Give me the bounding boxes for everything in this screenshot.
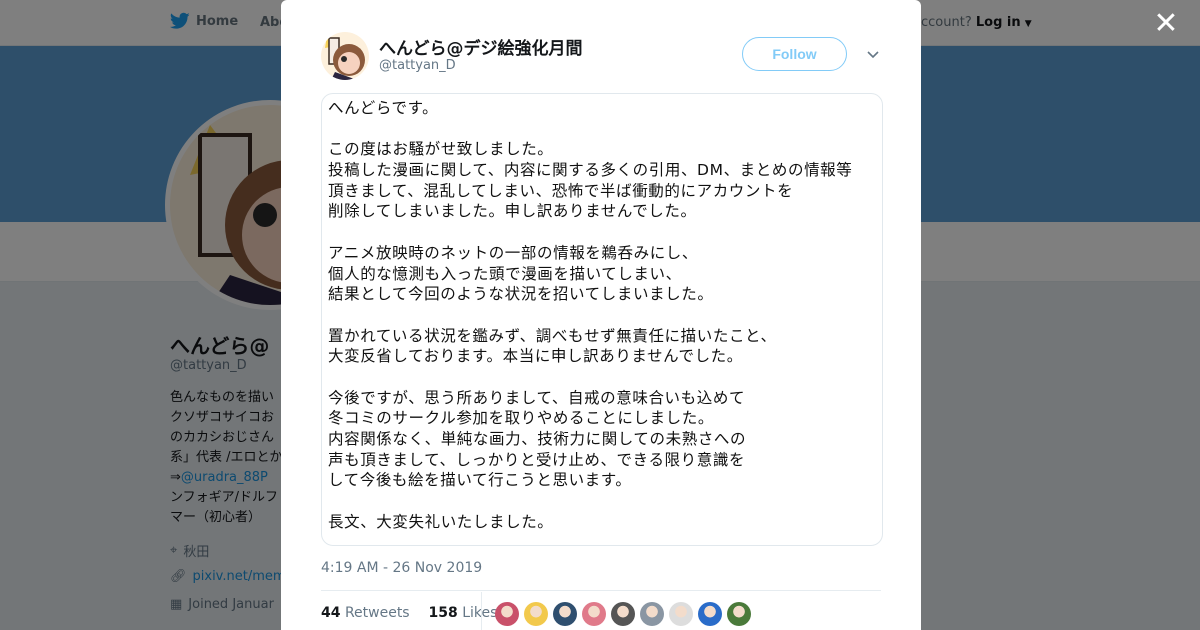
image-text-line: 今後ですが、思う所ありまして、自戒の意味合いも込めて (328, 388, 746, 407)
retweets-label[interactable]: Retweets (345, 605, 410, 621)
image-text-line: 投稿した漫画に関して、内容に関する多くの引用、DM、まとめの情報等 (328, 161, 853, 180)
image-text-line: 頂きまして、混乱してしまい、恐怖で半ば衝動的にアカウントを (328, 181, 794, 200)
liker-avatar[interactable] (582, 602, 606, 626)
image-text-line: この度はお騒がせ致しました。 (328, 140, 554, 159)
image-text-line: アニメ放映時のネットの一部の情報を鵜呑みにし、 (328, 243, 698, 262)
image-text-line: へんどらです。 (328, 99, 439, 117)
image-text-line: して今後も絵を描いて行こうと思います。 (328, 471, 632, 490)
author-name[interactable]: へんどら@デジ絵強化月間 (379, 34, 583, 59)
image-text-line: 結果として今回のような状況を招いてしまいました。 (328, 285, 714, 304)
follow-button[interactable]: Follow (742, 37, 847, 71)
close-icon[interactable]: ✕ (1152, 9, 1180, 39)
likes-count[interactable]: 158 (429, 605, 458, 621)
stats-divider (321, 590, 881, 591)
image-text-line: 削除してしまいました。申し訳ありませんでした。 (328, 202, 697, 221)
image-text-line: 声も頂きまして、しっかりと受け止め、できる限り意識を (328, 450, 746, 469)
image-text-line: 長文、大変失礼いたしました。 (328, 512, 554, 531)
liker-avatar[interactable] (524, 602, 548, 626)
image-text-line: 個人的な憶測も入った頭で漫画を描いてしまい、 (328, 264, 682, 283)
retweets-count[interactable]: 44 (321, 605, 340, 621)
liker-avatar[interactable] (698, 602, 722, 626)
image-text-line (328, 305, 882, 326)
author-avatar-illustration (321, 32, 369, 80)
liker-avatar[interactable] (669, 602, 693, 626)
tweet-timestamp[interactable]: 4:19 AM - 26 Nov 2019 (321, 560, 482, 576)
liker-avatar[interactable] (495, 602, 519, 626)
liker-avatar[interactable] (553, 602, 577, 626)
likes-label[interactable]: Likes (462, 605, 497, 621)
image-text-line (328, 367, 882, 388)
tweet-modal: へんどら@デジ絵強化月間 @tattyan_D Follow へんどらです。 こ… (281, 0, 921, 630)
liker-avatars (495, 602, 751, 626)
image-text-line (328, 119, 882, 140)
image-text-line (328, 491, 882, 512)
tweet-stats: 44 Retweets 158 Likes (321, 605, 497, 621)
liker-avatar[interactable] (640, 602, 664, 626)
stats-separator (481, 592, 482, 630)
author-avatar[interactable] (321, 32, 369, 80)
chevron-down-icon (867, 51, 879, 59)
liker-avatar[interactable] (727, 602, 751, 626)
image-text-line: 内容関係なく、単純な画力、技術力に関しての未熟さへの (328, 430, 747, 448)
image-text-line: 置かれている状況を鑑みず、調べもせず無責任に描いたこと、 (328, 326, 777, 345)
tweet-menu-button[interactable] (863, 44, 883, 64)
tweet-attached-image[interactable]: へんどらです。 この度はお騒がせ致しました。 投稿した漫画に関して、内容に関する… (321, 93, 883, 546)
image-text-line: 冬コミのサークル参加を取りやめることにしました。 (328, 409, 714, 428)
liker-avatar[interactable] (611, 602, 635, 626)
image-text-line (328, 222, 882, 243)
image-text-line: 大変反省しております。本当に申し訳ありませんでした。 (328, 347, 743, 366)
author-handle[interactable]: @tattyan_D (379, 58, 456, 73)
